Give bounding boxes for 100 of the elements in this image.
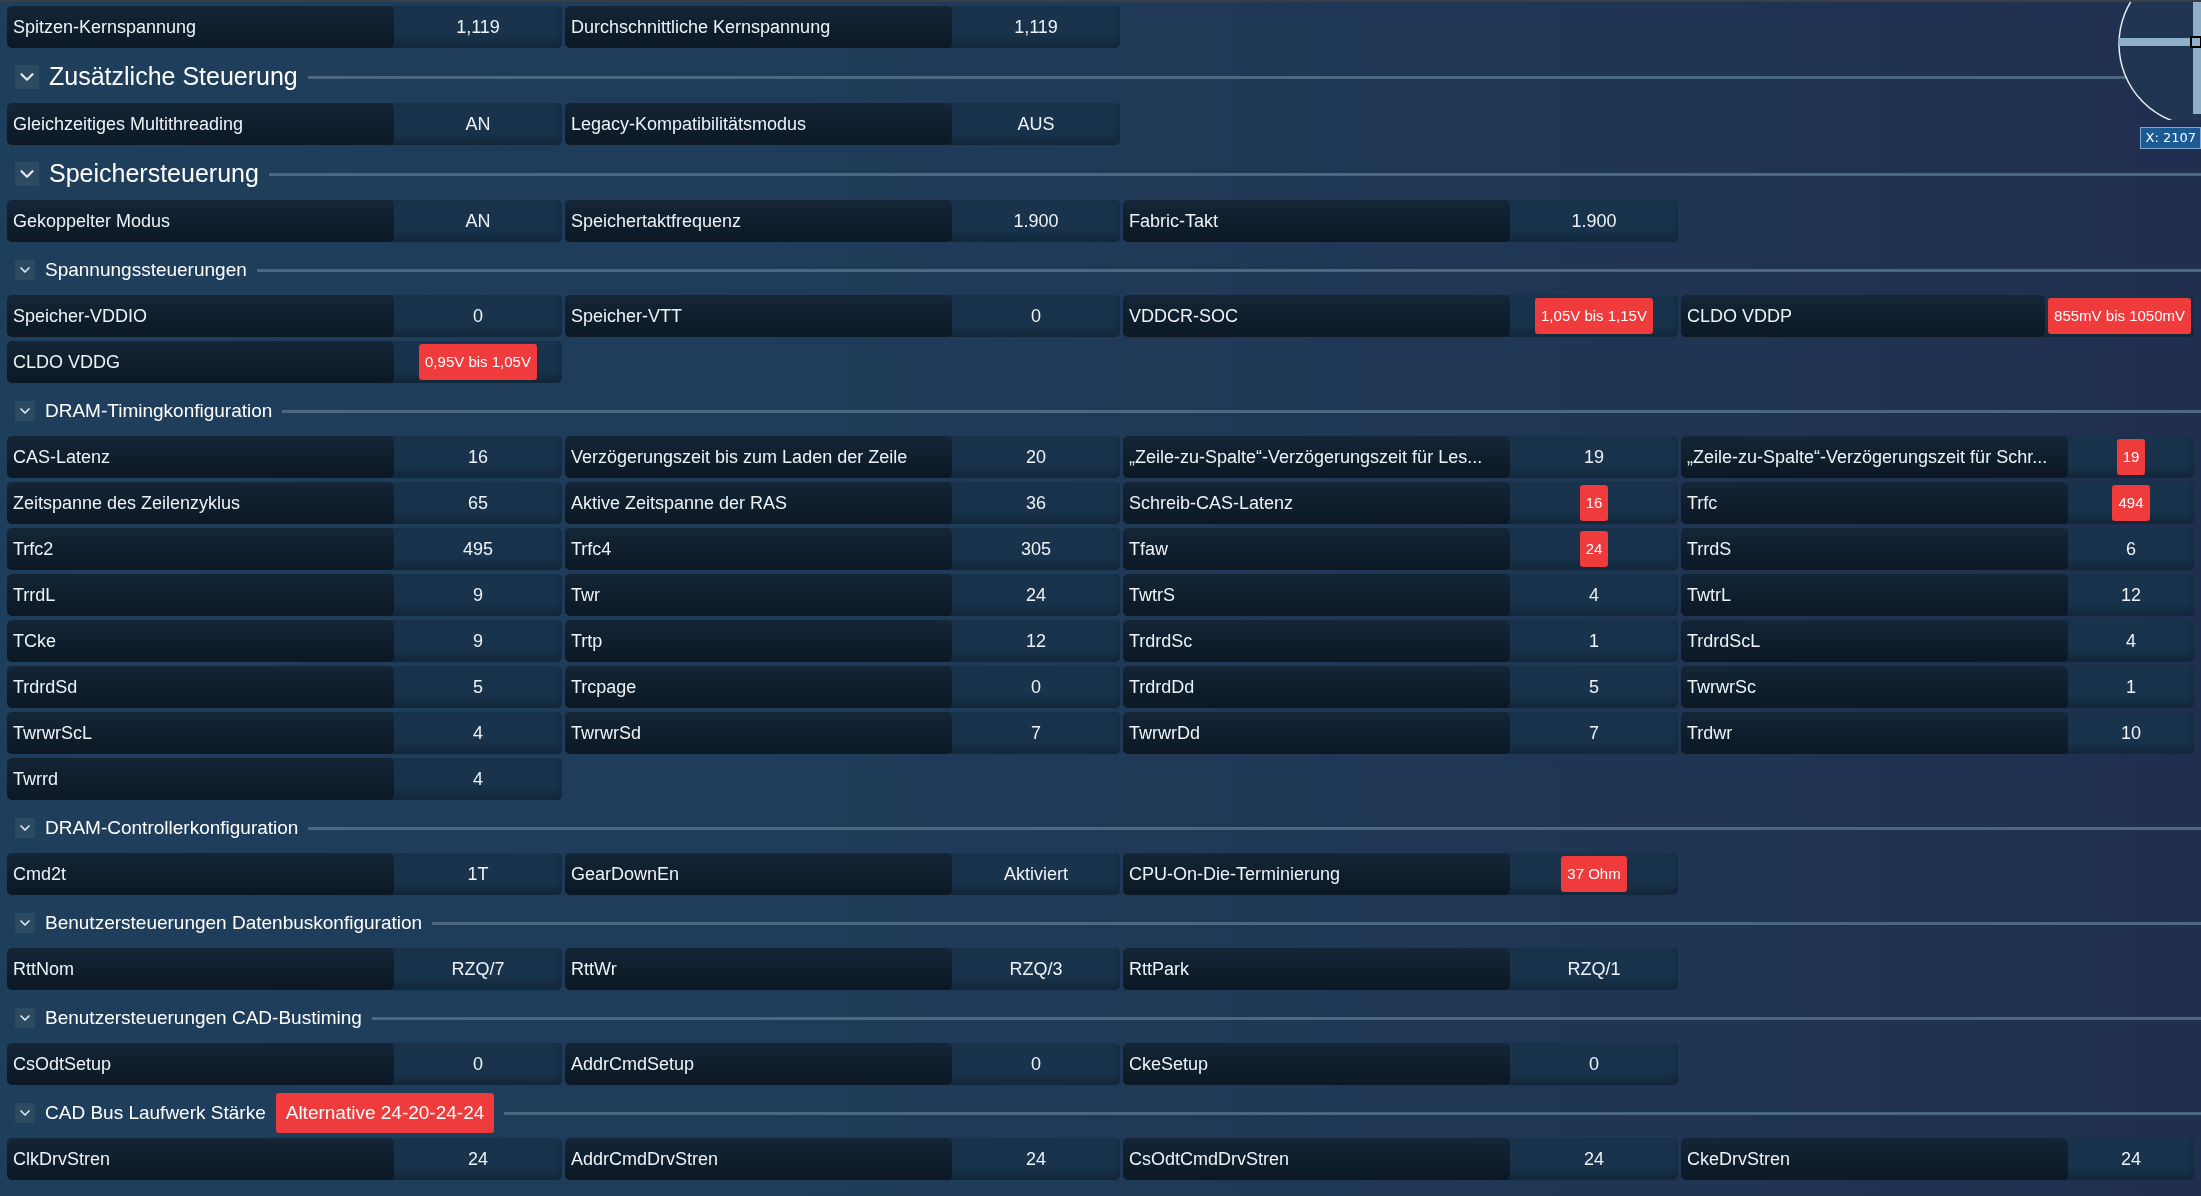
section-heading: Spannungssteuerungen [45, 257, 247, 282]
setting-label: Trfc2 [7, 528, 394, 570]
collapse-toggle[interactable] [15, 401, 35, 421]
setting-label: Trfc [1681, 482, 2068, 524]
setting-label: Aktive Zeitspanne der RAS [565, 482, 952, 524]
setting-label: TrrdL [7, 574, 394, 616]
setting-label: Gekoppelter Modus [7, 200, 394, 242]
setting-value: 12 [1026, 629, 1046, 653]
setting-value: 1,119 [1014, 15, 1058, 39]
setting-label: Verzögerungszeit bis zum Laden der Zeile [565, 436, 952, 478]
setting-label: Spitzen-Kernspannung [7, 6, 394, 48]
setting-value: 16 [468, 445, 488, 469]
collapse-toggle[interactable] [15, 818, 35, 838]
setting-label: Legacy-Kompatibilitätsmodus [565, 103, 952, 145]
section-heading: Benutzersteuerungen Datenbuskonfiguration [45, 910, 423, 935]
value-badge: 19 [2116, 439, 2146, 475]
setting-value: 4 [473, 767, 483, 791]
setting-value: 24 [1026, 1147, 1046, 1171]
setting-value: 1.900 [1571, 209, 1617, 233]
setting-label: RttPark [1123, 948, 1510, 990]
collapse-toggle[interactable] [15, 1008, 35, 1028]
section-heading: CAD Bus Laufwerk Stärke [45, 1100, 266, 1125]
setting-value: 1.900 [1013, 209, 1059, 233]
setting-value: 0 [473, 1052, 483, 1076]
setting-value: 12 [2121, 583, 2141, 607]
value-badge: 1,05V bis 1,15V [1535, 298, 1653, 334]
setting-value: 5 [1589, 675, 1599, 699]
setting-label: Trcpage [565, 666, 952, 708]
setting-label: CLDO VDDP [1681, 295, 2046, 337]
setting-label: TCke [7, 620, 394, 662]
setting-value: RZQ/1 [1567, 957, 1621, 981]
setting-value: 0 [1031, 1052, 1041, 1076]
setting-value: 19 [1584, 445, 1604, 469]
collapse-toggle[interactable] [15, 260, 35, 280]
setting-label: TrdrdSc [1123, 620, 1510, 662]
setting-value: 36 [1026, 491, 1046, 515]
warning-badge: Alternative 24-20-24-24 [275, 1093, 495, 1133]
section-heading: Zusätzliche Steuerung [49, 61, 298, 93]
setting-label: AddrCmdSetup [565, 1043, 952, 1085]
setting-value: 305 [1020, 537, 1051, 561]
setting-label: RttWr [565, 948, 952, 990]
setting-label: Cmd2t [7, 853, 394, 895]
setting-value: 1 [1589, 629, 1599, 653]
setting-label: Twrrd [7, 758, 394, 800]
setting-value: 0 [1031, 675, 1041, 699]
setting-label: Speicher-VDDIO [7, 295, 394, 337]
setting-label: Tfaw [1123, 528, 1510, 570]
collapse-toggle[interactable] [15, 65, 39, 89]
setting-value: 24 [1584, 1147, 1604, 1171]
setting-value: 9 [473, 629, 483, 653]
setting-label: „Zeile-zu-Spalte“-Verzögerungszeit für Schr... [1681, 436, 2068, 478]
setting-label: Fabric-Takt [1123, 200, 1510, 242]
setting-value: AN [465, 209, 491, 233]
setting-label: Twr [565, 574, 952, 616]
setting-value: AUS [1017, 112, 1055, 136]
section-heading: DRAM-Controllerkonfiguration [45, 815, 299, 840]
setting-value: 4 [1589, 583, 1599, 607]
setting-value: 5 [473, 675, 483, 699]
setting-label: Schreib-CAS-Latenz [1123, 482, 1510, 524]
setting-label: CsOdtSetup [7, 1043, 394, 1085]
setting-value: 0 [473, 304, 483, 328]
setting-label: Durchschnittliche Kernspannung [565, 6, 952, 48]
setting-value: 6 [2126, 537, 2136, 561]
collapse-toggle[interactable] [15, 162, 39, 186]
setting-label: GearDownEn [565, 853, 952, 895]
setting-label: Gleichzeitiges Multithreading [7, 103, 394, 145]
setting-label: AddrCmdDrvStren [565, 1138, 952, 1180]
setting-label: Speicher-VTT [565, 295, 952, 337]
setting-value: 0 [1589, 1052, 1599, 1076]
setting-value: 4 [2126, 629, 2136, 653]
setting-label: Speichertaktfrequenz [565, 200, 952, 242]
setting-label: TwtrS [1123, 574, 1510, 616]
value-badge: 494 [2112, 485, 2150, 521]
setting-label: TwrwrSd [565, 712, 952, 754]
setting-value: RZQ/7 [451, 957, 505, 981]
setting-label: TrdrdScL [1681, 620, 2068, 662]
setting-label: Trdwr [1681, 712, 2068, 754]
setting-label: CAS-Latenz [7, 436, 394, 478]
collapse-toggle[interactable] [15, 913, 35, 933]
setting-label: CsOdtCmdDrvStren [1123, 1138, 1510, 1180]
setting-value: 495 [462, 537, 493, 561]
setting-value: 24 [1026, 583, 1046, 607]
setting-label: TrdrdDd [1123, 666, 1510, 708]
setting-label: CkeDrvStren [1681, 1138, 2068, 1180]
value-badge: 0,95V bis 1,05V [419, 344, 537, 380]
setting-value: 24 [2121, 1147, 2141, 1171]
setting-value: 4 [473, 721, 483, 745]
value-badge: 37 Ohm [1561, 856, 1627, 892]
coordinate-label: X: 2107 [2140, 127, 2201, 149]
setting-label: Trtp [565, 620, 952, 662]
setting-label: Zeitspanne des Zeilenzyklus [7, 482, 394, 524]
setting-label: VDDCR-SOC [1123, 295, 1510, 337]
setting-value: 7 [1589, 721, 1599, 745]
collapse-toggle[interactable] [15, 1103, 35, 1123]
value-badge: 16 [1579, 485, 1609, 521]
setting-value: 24 [468, 1147, 488, 1171]
setting-label: TwrwrDd [1123, 712, 1510, 754]
setting-value: AN [465, 112, 491, 136]
setting-value: 9 [473, 583, 483, 607]
setting-label: TwtrL [1681, 574, 2068, 616]
